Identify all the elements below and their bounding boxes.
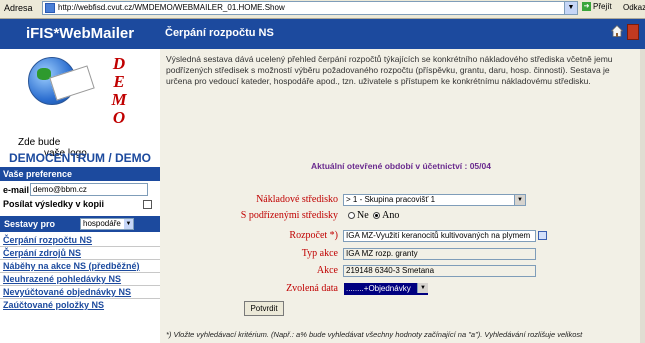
search-footnote: *) Vložte vyhledávací kritérium. (Např.:… — [166, 330, 583, 339]
go-label: Přejít — [593, 2, 612, 11]
reports-label: Sestavy pro — [4, 219, 56, 229]
sidebar-item-sources-draw[interactable]: Čerpání zdrojů NS — [3, 248, 81, 258]
reports-role-value: hospodáře — [83, 219, 121, 228]
page-title: Čerpání rozpočtu NS — [165, 27, 274, 39]
chevron-down-icon[interactable]: ▼ — [564, 2, 577, 14]
accounting-period: Aktuální otevřené období v účetnictví : … — [311, 161, 491, 171]
sidebar-item-unpaid-receivables[interactable]: Neuhrazené pohledávky NS — [3, 274, 121, 284]
divider — [0, 285, 160, 286]
logo-area: D E M O Zde bude vaše logo — [0, 49, 160, 159]
data-select-value: ........+Objednávky — [346, 284, 411, 293]
email-field[interactable] — [30, 183, 148, 196]
data-select[interactable]: ........+Objednávky ▼ — [344, 283, 428, 295]
confirm-button[interactable]: Potvrdit — [244, 301, 284, 316]
report-description: Výsledná sestava dává ucelený přehled če… — [166, 54, 613, 86]
page-icon — [45, 3, 55, 13]
book-icon[interactable] — [627, 24, 639, 40]
sidebar: iFIS*WebMailer D E M O Zde bude vaše log… — [0, 19, 160, 343]
demo-logo: D E M O — [108, 55, 130, 127]
app-brand: iFIS*WebMailer — [0, 19, 160, 49]
url-text: http://webfisd.cvut.cz/WMDEMO/WEBMAILER_… — [58, 3, 285, 12]
go-arrow-icon: ➜ — [582, 2, 591, 12]
sidebar-item-posted-items[interactable]: Zaúčtované položky NS — [3, 300, 104, 310]
send-copy-label: Posílat výsledky v kopii — [3, 199, 105, 209]
url-input[interactable]: http://webfisd.cvut.cz/WMDEMO/WEBMAILER_… — [42, 1, 578, 15]
divider — [0, 272, 160, 273]
radio-no[interactable] — [348, 212, 355, 220]
send-copy-checkbox[interactable] — [143, 200, 152, 209]
divider — [0, 246, 160, 247]
divider — [0, 298, 160, 299]
radio-no-label: Ne — [357, 210, 369, 221]
sidebar-item-action-costs[interactable]: Náběhy na akce NS (předběžné) — [3, 261, 140, 271]
chevron-down-icon: ▼ — [124, 219, 133, 229]
action-field: 219148 6340-3 Smetana — [343, 265, 536, 277]
email-label: e-mail — [3, 185, 30, 195]
budget-label: Rozpočet *) — [289, 230, 338, 241]
radio-yes[interactable] — [373, 212, 381, 220]
action-type-label: Typ akce — [301, 248, 338, 259]
sidebar-item-budget-draw[interactable]: Čerpání rozpočtu NS — [3, 235, 92, 245]
scrollbar[interactable] — [640, 49, 645, 343]
sidebar-item-unbilled-orders[interactable]: Nevyúčtované objednávky NS — [3, 287, 131, 297]
subcenters-label: S podřízenými středisky — [240, 210, 338, 221]
organization-name: DEMOCENTRUM / DEMO — [9, 151, 151, 165]
logo-letter: E — [113, 72, 125, 91]
address-label: Adresa — [4, 3, 33, 13]
chevron-down-icon: ▼ — [417, 283, 428, 293]
logo-letter: O — [112, 108, 126, 127]
go-button[interactable]: ➜ Přejít — [582, 2, 618, 15]
preferences-heading: Vaše preference — [0, 167, 160, 181]
links-toolbar[interactable]: Odkazy — [623, 3, 645, 12]
cost-center-select[interactable]: > 1 - Skupina pracovišť 1 ▼ — [343, 194, 526, 206]
cost-center-label: Nákladové středisko — [256, 194, 338, 205]
divider — [0, 259, 160, 260]
subcenters-radio-group: Ne Ano — [346, 210, 399, 221]
chevron-down-icon: ▼ — [514, 195, 525, 205]
lookup-icon[interactable] — [538, 231, 547, 240]
data-label: Zvolená data — [286, 283, 338, 294]
logo-placeholder-text: Zde bude — [18, 137, 61, 148]
logo-letter: M — [111, 90, 127, 109]
budget-input[interactable]: IGA MZ-Využití keranocitů kultivovaných … — [343, 230, 536, 242]
reports-role-select[interactable]: hospodáře ▼ — [80, 218, 134, 230]
radio-yes-label: Ano — [382, 210, 400, 221]
home-icon[interactable] — [611, 25, 623, 37]
action-label: Akce — [316, 265, 338, 276]
logo-letter: D — [112, 54, 126, 73]
cost-center-value: > 1 - Skupina pracovišť 1 — [346, 195, 436, 204]
action-type-field: IGA MZ rozp. granty — [343, 248, 536, 260]
